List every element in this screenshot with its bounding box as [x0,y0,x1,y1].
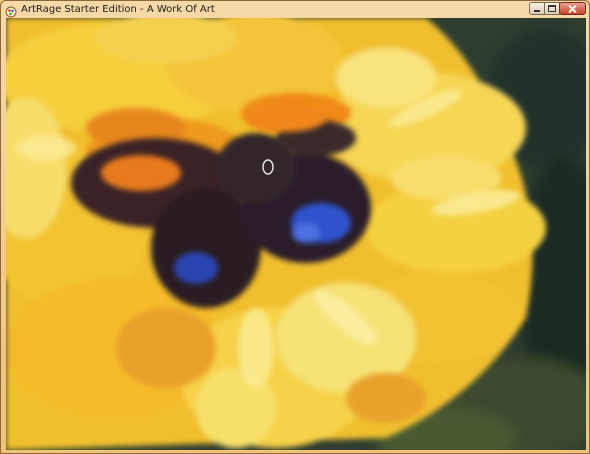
app-icon [5,3,17,18]
close-icon [568,4,577,13]
painting-canvas[interactable] [6,18,586,450]
close-button[interactable] [559,2,586,15]
minimize-button[interactable] [529,2,545,15]
maximize-button[interactable] [544,2,560,15]
window-title: ArtRage Starter Edition - A Work Of Art [21,4,215,15]
minimize-icon [534,9,540,12]
title-bar[interactable]: ArtRage Starter Edition - A Work Of Art [1,1,589,18]
app-window: ArtRage Starter Edition - A Work Of Art [0,0,590,454]
maximize-icon [548,5,556,12]
